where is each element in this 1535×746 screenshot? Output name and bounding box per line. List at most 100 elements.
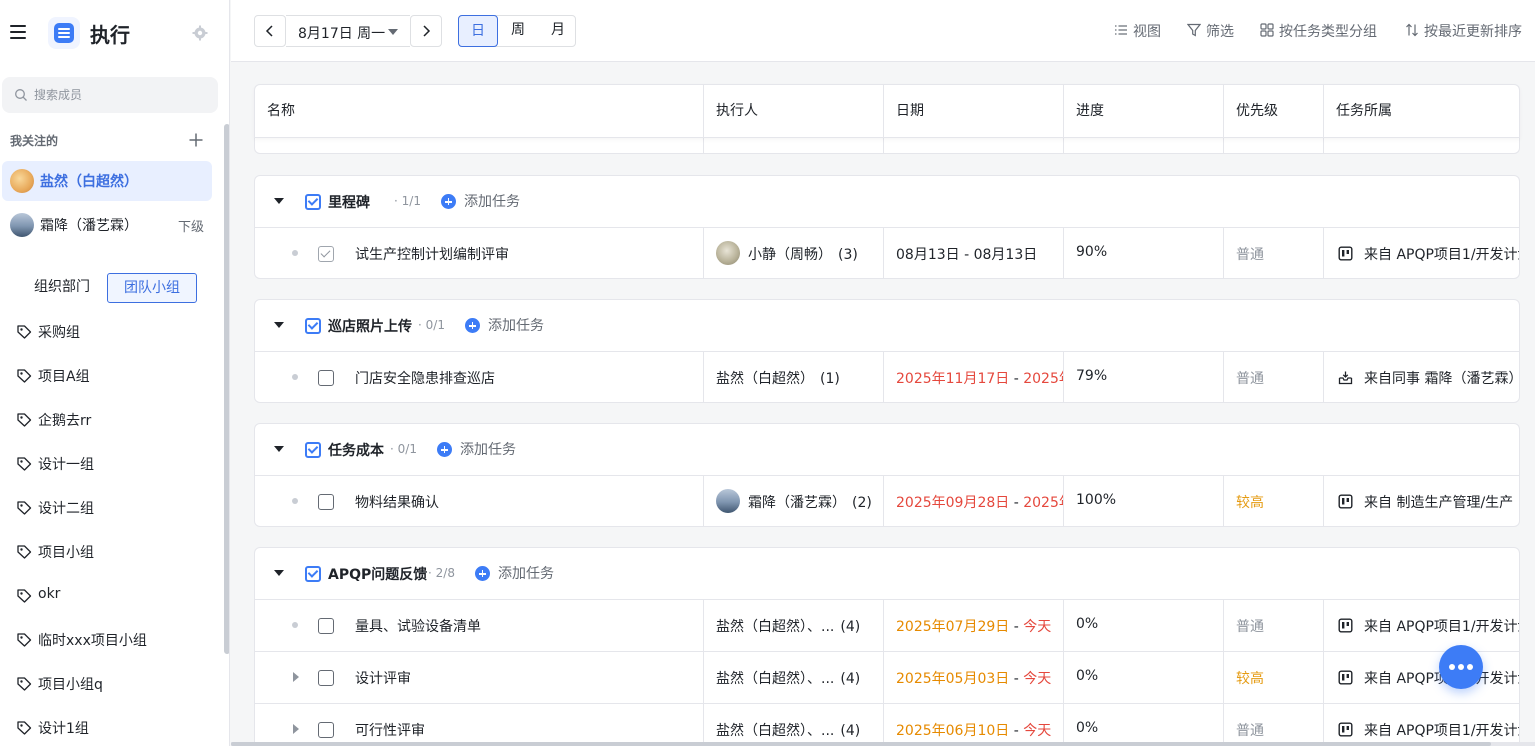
progress-cell[interactable]: 90% bbox=[1064, 228, 1224, 278]
add-task-icon[interactable] bbox=[465, 318, 480, 333]
member-item-shuangjiang[interactable]: 霜降（潘艺霖） 下级 bbox=[2, 205, 212, 245]
assignee-cell[interactable]: 盐然（白超然）、... (4) bbox=[704, 600, 884, 651]
column-date[interactable]: 日期 bbox=[884, 85, 1064, 137]
progress-cell[interactable]: 0% bbox=[1064, 652, 1224, 703]
date-selector[interactable]: 8月17日 周一 bbox=[286, 15, 410, 47]
assignee-cell[interactable]: 盐然（白超然） (1) bbox=[704, 352, 884, 402]
task-row[interactable]: 设计评审 盐然（白超然）、... (4) 2025年05月03日 - 今天 0% 较高 来自… bbox=[255, 652, 1519, 704]
view-week-button[interactable]: 周 bbox=[498, 15, 538, 47]
next-date-button[interactable] bbox=[410, 15, 442, 47]
source-cell[interactable]: 来自 APQP项目1/开发计划 bbox=[1324, 652, 1519, 703]
task-name[interactable]: 可行性评审 bbox=[355, 720, 425, 740]
add-follow-icon[interactable] bbox=[188, 132, 204, 148]
add-task-icon[interactable] bbox=[475, 566, 490, 581]
task-row[interactable]: 门店安全隐患排查巡店 盐然（白超然）(1) 2025年11月17日 - 2025年 7… bbox=[255, 352, 1519, 402]
task-checkbox[interactable] bbox=[318, 370, 334, 386]
add-task-button[interactable]: 添加任务 bbox=[460, 439, 516, 459]
priority-cell[interactable]: 普通 bbox=[1224, 352, 1324, 402]
horizontal-scrollbar[interactable] bbox=[231, 742, 1535, 746]
more-actions-button[interactable] bbox=[1439, 645, 1483, 689]
menu-icon[interactable] bbox=[10, 25, 26, 39]
add-task-button[interactable]: 添加任务 bbox=[498, 563, 554, 583]
add-task-button[interactable]: 添加任务 bbox=[464, 191, 520, 211]
source-cell[interactable]: 来自 APQP项目1/开发计划 bbox=[1324, 704, 1519, 746]
date-cell[interactable]: 2025年07月29日 - 今天 bbox=[884, 600, 1064, 651]
task-checkbox[interactable] bbox=[318, 670, 334, 686]
expand-icon[interactable] bbox=[293, 672, 299, 682]
drag-handle-icon[interactable] bbox=[292, 498, 298, 504]
source-cell[interactable]: 来自同事 霜降（潘艺霖） bbox=[1324, 352, 1519, 402]
team-group-item[interactable]: okr bbox=[16, 584, 216, 608]
assignee-cell[interactable]: 盐然（白超然）、... (4) bbox=[704, 704, 884, 746]
team-group-item[interactable]: 设计1组 bbox=[16, 716, 216, 740]
collapse-icon[interactable] bbox=[274, 322, 284, 328]
progress-cell[interactable]: 0% bbox=[1064, 704, 1224, 746]
view-day-button[interactable]: 日 bbox=[458, 15, 498, 47]
sidebar-scrollbar[interactable] bbox=[224, 124, 229, 654]
drag-handle-icon[interactable] bbox=[292, 250, 298, 256]
date-cell[interactable]: 08月13日 - 08月13日 bbox=[884, 228, 1064, 278]
date-cell[interactable]: 2025年09月28日 - 2025年 bbox=[884, 476, 1064, 526]
task-checkbox[interactable] bbox=[318, 494, 334, 510]
view-month-button[interactable]: 月 bbox=[538, 15, 578, 47]
task-name[interactable]: 物料结果确认 bbox=[355, 492, 439, 512]
column-name[interactable]: 名称 bbox=[255, 85, 704, 137]
member-search[interactable] bbox=[2, 77, 218, 113]
member-item-yanran[interactable]: 盐然（白超然） bbox=[2, 161, 212, 201]
task-row[interactable]: 试生产控制计划编制评审 小静（周畅） (3) 08月13日 - 08月13日 90% 普通… bbox=[255, 228, 1519, 278]
priority-cell[interactable]: 普通 bbox=[1224, 704, 1324, 746]
column-assignee[interactable]: 执行人 bbox=[704, 85, 884, 137]
drag-handle-icon[interactable] bbox=[292, 374, 298, 380]
team-group-item[interactable]: 项目小组q bbox=[16, 672, 216, 696]
task-row[interactable]: 可行性评审 盐然（白超然）、... (4) 2025年06月10日 - 今天 0% 普通 来… bbox=[255, 704, 1519, 746]
team-group-item[interactable]: 临时xxx项目小组 bbox=[16, 628, 216, 652]
assignee-cell[interactable]: 霜降（潘艺霖） (2) bbox=[704, 476, 884, 526]
date-cell[interactable]: 2025年06月10日 - 今天 bbox=[884, 704, 1064, 746]
tab-org-department[interactable]: 组织部门 bbox=[18, 273, 106, 303]
source-cell[interactable]: 来自 制造生产管理/生产 bbox=[1324, 476, 1519, 526]
column-priority[interactable]: 优先级 bbox=[1224, 85, 1324, 137]
task-name[interactable]: 量具、试验设备清单 bbox=[355, 616, 481, 636]
prev-date-button[interactable] bbox=[254, 15, 286, 47]
tab-team-group[interactable]: 团队小组 bbox=[107, 273, 197, 303]
progress-cell[interactable]: 0% bbox=[1064, 600, 1224, 651]
priority-cell[interactable]: 普通 bbox=[1224, 228, 1324, 278]
task-name[interactable]: 试生产控制计划编制评审 bbox=[355, 244, 509, 264]
column-progress[interactable]: 进度 bbox=[1064, 85, 1224, 137]
source-cell[interactable]: 来自 APQP项目1/开发计划 bbox=[1324, 600, 1519, 651]
priority-cell[interactable]: 较高 bbox=[1224, 476, 1324, 526]
date-cell[interactable]: 2025年11月17日 - 2025年 bbox=[884, 352, 1064, 402]
team-group-item[interactable]: 采购组 bbox=[16, 320, 216, 344]
task-row[interactable]: 物料结果确认 霜降（潘艺霖）(2) 2025年09月28日 - 2025年 100% 较… bbox=[255, 476, 1519, 526]
add-task-button[interactable]: 添加任务 bbox=[488, 315, 544, 335]
priority-cell[interactable]: 较高 bbox=[1224, 652, 1324, 703]
collapse-icon[interactable] bbox=[274, 198, 284, 204]
assignee-cell[interactable]: 盐然（白超然）、... (4) bbox=[704, 652, 884, 703]
team-group-item[interactable]: 设计二组 bbox=[16, 496, 216, 520]
task-checkbox[interactable] bbox=[318, 618, 334, 634]
task-name[interactable]: 设计评审 bbox=[355, 668, 411, 688]
drag-handle-icon[interactable] bbox=[292, 622, 298, 628]
assignee-cell[interactable]: 小静（周畅） (3) bbox=[704, 228, 884, 278]
progress-cell[interactable]: 79% bbox=[1064, 352, 1224, 402]
add-task-icon[interactable] bbox=[437, 442, 452, 457]
collapse-icon[interactable] bbox=[274, 570, 284, 576]
team-group-item[interactable]: 项目小组 bbox=[16, 540, 216, 564]
team-group-item[interactable]: 项目A组 bbox=[16, 364, 216, 388]
task-row[interactable]: 量具、试验设备清单 盐然（白超然）、... (4) 2025年07月29日 - 今天 0… bbox=[255, 600, 1519, 652]
gear-icon[interactable] bbox=[192, 25, 208, 41]
task-checkbox[interactable] bbox=[318, 246, 334, 262]
search-input[interactable] bbox=[34, 85, 204, 105]
progress-cell[interactable]: 100% bbox=[1064, 476, 1224, 526]
collapse-icon[interactable] bbox=[274, 446, 284, 452]
date-cell[interactable]: 2025年05月03日 - 今天 bbox=[884, 652, 1064, 703]
add-task-icon[interactable] bbox=[441, 194, 456, 209]
team-group-item[interactable]: 设计一组 bbox=[16, 452, 216, 476]
expand-icon[interactable] bbox=[293, 724, 299, 734]
team-group-item[interactable]: 企鹅去rr bbox=[16, 408, 216, 432]
priority-cell[interactable]: 普通 bbox=[1224, 600, 1324, 651]
task-name[interactable]: 门店安全隐患排查巡店 bbox=[355, 368, 495, 388]
source-cell[interactable]: 来自 APQP项目1/开发计划 bbox=[1324, 228, 1519, 278]
column-source[interactable]: 任务所属 bbox=[1324, 85, 1521, 137]
task-checkbox[interactable] bbox=[318, 722, 334, 738]
